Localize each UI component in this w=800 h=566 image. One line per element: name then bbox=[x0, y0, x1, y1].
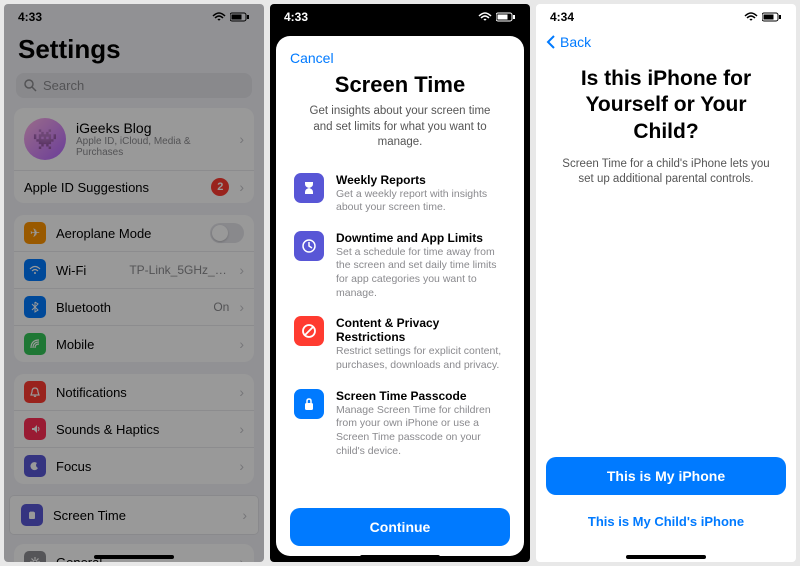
row-sounds[interactable]: Sounds & Haptics › bbox=[14, 410, 254, 447]
clock: 4:34 bbox=[550, 10, 574, 24]
cancel-button[interactable]: Cancel bbox=[290, 50, 334, 66]
chevron-right-icon: › bbox=[239, 131, 244, 147]
feature-weekly-reports: Weekly Reports Get a weekly report with … bbox=[290, 167, 510, 225]
row-focus[interactable]: Focus › bbox=[14, 447, 254, 484]
modal-sheet: Cancel Screen Time Get insights about yo… bbox=[276, 36, 524, 556]
avatar: 👾 bbox=[24, 118, 66, 160]
status-icons bbox=[212, 12, 250, 22]
chevron-right-icon: › bbox=[239, 179, 244, 195]
status-bar: 4:34 bbox=[536, 4, 796, 28]
status-bar: 4:33 bbox=[4, 4, 264, 28]
question-desc: Screen Time for a child's iPhone lets yo… bbox=[536, 157, 796, 188]
screen-owner-question: 4:34 Back Is this iPhone for Yourself or… bbox=[536, 4, 796, 562]
back-button[interactable]: Back bbox=[536, 28, 796, 56]
row-aeroplane[interactable]: ✈ Aeroplane Mode bbox=[14, 215, 254, 251]
status-bar: 4:33 bbox=[270, 4, 530, 28]
chevron-right-icon: › bbox=[239, 336, 244, 352]
row-mobile[interactable]: Mobile › bbox=[14, 325, 254, 362]
row-general[interactable]: General › bbox=[14, 544, 254, 562]
row-wifi[interactable]: Wi-Fi TP-Link_5GHz_64C7CF › bbox=[14, 251, 254, 288]
row-screentime[interactable]: Screen Time › bbox=[11, 497, 257, 533]
badge-count: 2 bbox=[211, 178, 229, 196]
apple-id-suggestions[interactable]: Apple ID Suggestions 2 › bbox=[14, 170, 254, 203]
this-is-my-iphone-button[interactable]: This is My iPhone bbox=[546, 457, 786, 495]
feature-passcode: Screen Time Passcode Manage Screen Time … bbox=[290, 383, 510, 469]
continue-button[interactable]: Continue bbox=[290, 508, 510, 546]
notifications-icon bbox=[24, 381, 46, 403]
clock: 4:33 bbox=[284, 10, 308, 24]
home-indicator[interactable] bbox=[626, 555, 706, 559]
page-title: Settings bbox=[4, 28, 264, 73]
lock-icon bbox=[294, 389, 324, 419]
home-indicator[interactable] bbox=[360, 555, 440, 559]
search-input[interactable]: Search bbox=[16, 73, 252, 98]
aeroplane-toggle[interactable] bbox=[210, 223, 244, 243]
battery-icon bbox=[496, 12, 516, 22]
feature-downtime: Downtime and App Limits Set a schedule f… bbox=[290, 225, 510, 311]
chevron-right-icon: › bbox=[239, 554, 244, 562]
sheet-title: Screen Time bbox=[290, 72, 510, 98]
chevron-left-icon bbox=[546, 34, 556, 50]
chevron-right-icon: › bbox=[239, 421, 244, 437]
home-indicator[interactable] bbox=[94, 555, 174, 559]
chevron-right-icon: › bbox=[239, 262, 244, 278]
mobile-icon bbox=[24, 333, 46, 355]
screen-settings: 4:33 Settings Search 👾 iGeeks Blog Apple… bbox=[4, 4, 264, 562]
bluetooth-icon bbox=[24, 296, 46, 318]
status-icons bbox=[744, 12, 782, 22]
battery-icon bbox=[762, 12, 782, 22]
this-is-my-childs-iphone-button[interactable]: This is My Child's iPhone bbox=[546, 503, 786, 540]
chevron-right-icon: › bbox=[239, 458, 244, 474]
clock: 4:33 bbox=[18, 10, 42, 24]
feature-restrictions: Content & Privacy Restrictions Restrict … bbox=[290, 310, 510, 382]
chevron-right-icon: › bbox=[239, 384, 244, 400]
clock-icon bbox=[294, 231, 324, 261]
chevron-right-icon: › bbox=[239, 299, 244, 315]
restrictions-icon bbox=[294, 316, 324, 346]
screentime-icon bbox=[21, 504, 43, 526]
search-icon bbox=[24, 79, 37, 92]
status-icons bbox=[478, 12, 516, 22]
wifi-icon bbox=[478, 12, 492, 22]
row-bluetooth[interactable]: Bluetooth On › bbox=[14, 288, 254, 325]
aeroplane-icon: ✈ bbox=[24, 222, 46, 244]
wifi-icon bbox=[744, 12, 758, 22]
sounds-icon bbox=[24, 418, 46, 440]
account-row[interactable]: 👾 iGeeks Blog Apple ID, iCloud, Media & … bbox=[14, 108, 254, 170]
screen-screentime-intro: 4:33 Cancel Screen Time Get insights abo… bbox=[270, 4, 530, 562]
sheet-subtitle: Get insights about your screen time and … bbox=[290, 98, 510, 167]
row-notifications[interactable]: Notifications › bbox=[14, 374, 254, 410]
battery-icon bbox=[230, 12, 250, 22]
gear-icon bbox=[24, 551, 46, 562]
wifi-icon bbox=[24, 259, 46, 281]
chevron-right-icon: › bbox=[242, 507, 247, 523]
wifi-icon bbox=[212, 12, 226, 22]
hourglass-icon bbox=[294, 173, 324, 203]
focus-icon bbox=[24, 455, 46, 477]
question-title: Is this iPhone for Yourself or Your Chil… bbox=[536, 56, 796, 157]
